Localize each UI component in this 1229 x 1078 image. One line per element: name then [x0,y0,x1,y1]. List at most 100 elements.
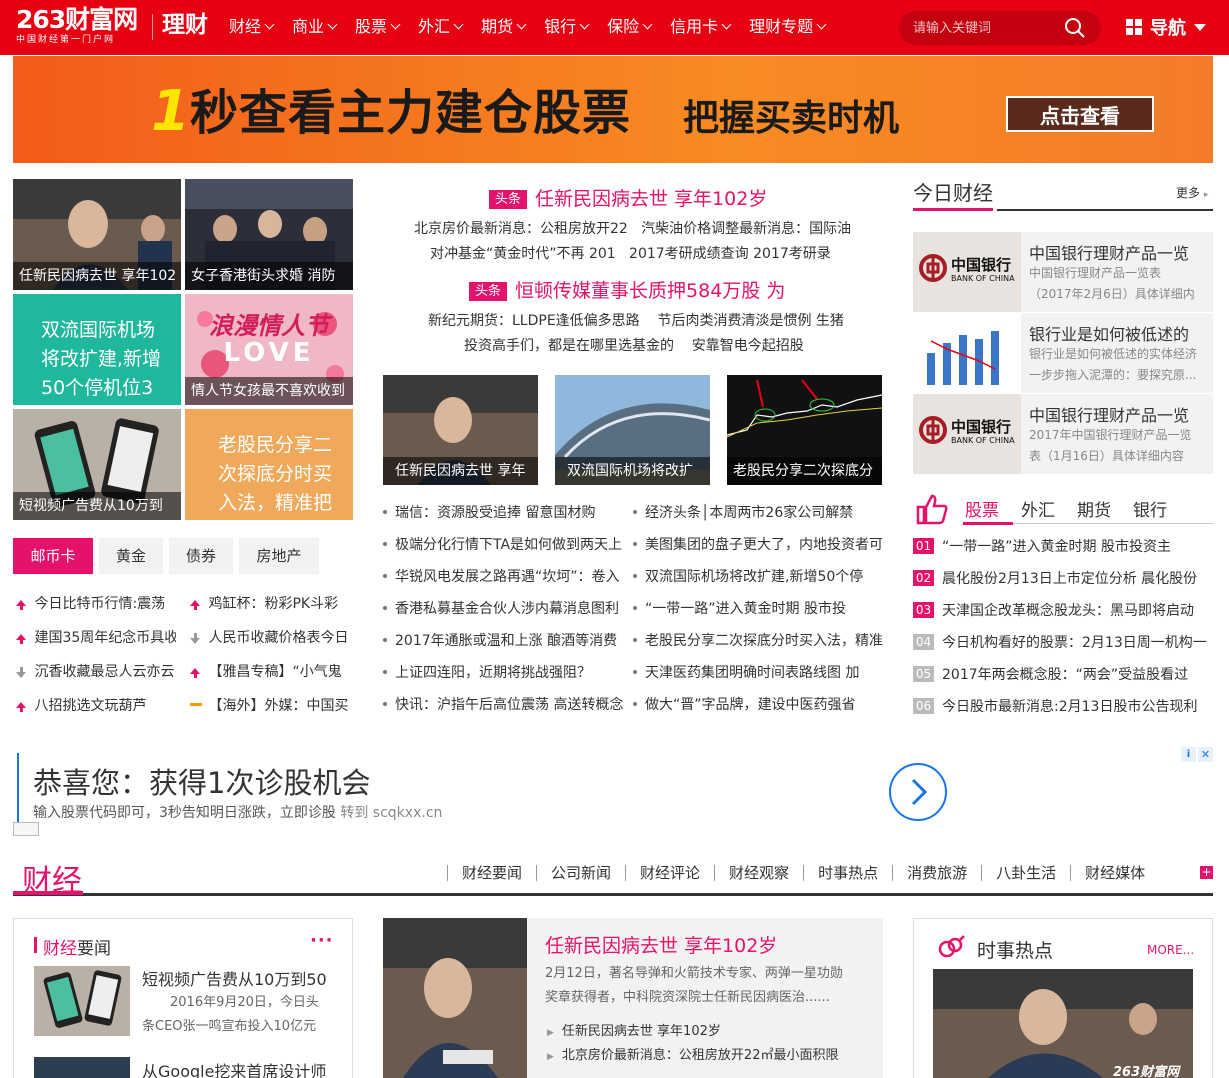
news-item-title[interactable]: 短视频广告费从10万到50 [142,966,327,990]
photo-tile[interactable]: 女子香港街头求婚 消防 [185,179,353,290]
feature-link[interactable]: ▶ 北京房价最新消息：公租房放开22㎡最小面积限 [547,1044,838,1069]
ad-title[interactable]: 恭喜您：获得1次诊股机会 [33,760,370,802]
ad-subtitle[interactable]: 输入股票代码即可，3秒告知明日涨跌，立即诊股 转到 scqkxx.cn [33,802,442,822]
tab-gupiao[interactable]: 股票 [965,496,1021,521]
tab-zhaiquan[interactable]: 债券 [169,538,233,574]
section-nav-item[interactable]: 财经观察 [714,865,803,881]
section-nav-item[interactable]: 财经评论 [625,865,714,881]
ad-choices[interactable]: i ✕ [1181,747,1213,762]
text-tile[interactable]: 双流国际机场将改扩建,新增50个停机位3 [13,294,181,405]
guide-menu-button[interactable]: 导航 [1126,14,1206,40]
headline-1[interactable]: 头条 任新民因病去世 享年102岁 [489,186,767,212]
hot-photo[interactable]: 263财富网 [933,969,1193,1078]
banner-view-button[interactable]: 点击查看 [1006,96,1154,132]
photo-tile[interactable]: 老股民分享二次探底分 [727,375,882,485]
sub-link[interactable]: 新纪元期货：LLDPE逢低偏多思路 [428,313,640,329]
sub-link[interactable]: 安靠智电今起招股 [692,338,804,354]
list-item[interactable]: 06 今日股市最新消息:2月13日股市公告现利 [913,691,1213,723]
list-item[interactable]: 双流国际机场将改扩建,新增50个停 [633,561,883,593]
nav-item-licaizhuanti[interactable]: 理财专题 [749,14,827,40]
list-item[interactable]: 今日比特币行情:震荡 [16,594,176,614]
list-item[interactable]: 建国35周年纪念币具收 [16,628,176,648]
feature-link[interactable]: ▶ 任新民因病去世 享年102岁 [547,1020,721,1045]
more-link[interactable]: MORE... [1147,943,1194,957]
list-item[interactable]: 04 今日机构看好的股票：2月13日周一机构一 [913,627,1213,659]
site-logo[interactable]: 263财富网 中国财经第一门户网 [16,6,148,52]
ad-banner[interactable]: 1 秒查看主力建仓股票 把握买卖时机 点击查看 [13,56,1213,163]
news-card[interactable]: 中国银行 BANK OF CHINA 中国银行理财产品一览 2017年中国银行理… [913,394,1213,474]
list-item[interactable]: 上证四连阳，近期将挑战强阻？ [383,657,623,689]
sub-link[interactable]: 对冲基金“黄金时代”不再 201 [430,246,616,262]
nav-item-shangye[interactable]: 商业 [292,14,338,40]
news-item-title[interactable]: 从Google挖来首席设计师 [142,1058,326,1078]
list-item[interactable]: 八招挑选文玩葫芦 [16,696,176,716]
phones-thumbnail[interactable] [34,966,130,1036]
list-item[interactable]: 02 晨化股份2月13日上市定位分析 晨化股份 [913,563,1213,595]
list-item[interactable]: 人民币收藏价格表今日 [190,628,350,648]
photo-tile[interactable]: 双流国际机场将改扩 [555,375,710,485]
nav-item-xinyongka[interactable]: 信用卡 [670,14,732,40]
close-icon[interactable]: ✕ [1198,747,1213,762]
sub-link[interactable]: 汽柴油价格调整最新消息：国际油 [641,221,851,237]
search-icon[interactable] [1064,17,1086,39]
nav-item-baoxian[interactable]: 保险 [607,14,653,40]
list-item[interactable]: 鸡缸杯：粉彩PK斗彩 [190,594,350,614]
sub-link[interactable]: 投资高手们，都是在哪里选基金的 [464,338,674,354]
list-item[interactable]: 快讯：沪指午后高位震荡 高送转概念 [383,689,623,721]
section-nav-item[interactable]: 时事热点 [803,865,892,881]
photo-tile[interactable]: 任新民因病去世 享年 [383,375,538,485]
photo-tile[interactable]: 任新民因病去世 享年102 [13,179,181,290]
section-nav-item[interactable]: 消费旅游 [892,865,981,881]
section-nav-item[interactable]: 财经媒体 [1070,865,1159,881]
ad-go-button[interactable] [889,763,947,821]
more-dots-icon[interactable]: ··· [310,930,334,951]
sub-link[interactable]: 2017考研成绩查询 2017考研录 [629,246,831,262]
text-tile[interactable]: 老股民分享二次探底分时买入法，精准把 [185,409,353,520]
tab-youbika[interactable]: 邮币卡 [13,538,93,574]
tab-fangdichan[interactable]: 房地产 [239,538,319,574]
photo-tile[interactable]: 短视频广告费从10万到 [13,409,181,520]
nav-item-gupiao[interactable]: 股票 [355,14,401,40]
tab-qihuo[interactable]: 期货 [1077,496,1133,521]
list-item[interactable]: 美图集团的盘子更大了，内地投资者可 [633,529,883,561]
search-input[interactable] [913,18,1063,38]
list-item[interactable]: 05 2017年两会概念股：“两会”受益股看过 [913,659,1213,691]
nav-item-yinhang[interactable]: 银行 [544,14,590,40]
list-item[interactable]: 做大“晋”字品牌，建设中医药强省 [633,689,883,721]
list-item[interactable]: 2017年通胀或温和上涨 酿酒等消费 [383,625,623,657]
list-item[interactable]: 【海外】外媒：中国买 [190,696,350,716]
list-item[interactable]: 沉香收藏最忌人云亦云 [16,662,176,682]
list-item[interactable]: 【雅昌专稿】“小气鬼 [190,662,350,682]
section-nav-item[interactable]: 公司新闻 [536,865,625,881]
sub-link[interactable]: 节后肉类消费清淡是惯例 生猪 [657,313,843,329]
list-item[interactable]: 经济头条│本周两市26家公司解禁 [633,497,883,529]
tab-yinhang[interactable]: 银行 [1133,496,1189,521]
nav-item-caijing[interactable]: 财经 [229,14,275,40]
section-nav-item[interactable]: 财经要闻 [447,865,536,881]
list-item[interactable]: 极端分化行情下TA是如何做到两天上 [383,529,623,561]
nav-item-qihuo[interactable]: 期货 [481,14,527,40]
more-link[interactable]: 更多 ▸ [1176,184,1208,201]
list-item[interactable]: 01 “一带一路”进入黄金时期 股市投资主 [913,531,1213,563]
feature-title[interactable]: 任新民因病去世 享年102岁 [545,931,777,958]
plus-icon[interactable]: + [1200,866,1213,879]
news-card[interactable]: 中国银行 BANK OF CHINA 中国银行理财产品一览 中国银行理财产品一览… [913,232,1213,312]
news-card[interactable]: 银行业是如何被低述的 银行业是如何被低述的实体经济 一步步拖入泥潭的：要探究原.… [913,313,1213,393]
news-thumbnail[interactable] [34,1057,130,1078]
nav-item-waihui[interactable]: 外汇 [418,14,464,40]
tab-huangjin[interactable]: 黄金 [99,538,163,574]
list-item[interactable]: “一带一路”进入黄金时期 股市投 [633,593,883,625]
list-item[interactable]: 华锐风电发展之路再遇“坎坷”：卷入 [383,561,623,593]
list-item[interactable]: 瑞信：资源股受追捧 留意国材购 [383,497,623,529]
list-item[interactable]: 03 天津国企改革概念股龙头：黑马即将启动 [913,595,1213,627]
section-nav-item[interactable]: 八卦生活 [981,865,1070,881]
photo-tile[interactable]: 浪漫情人节 LOVE 情人节女孩最不喜欢收到 [185,294,353,405]
feature-photo[interactable] [383,918,527,1078]
sub-link[interactable]: 北京房价最新消息：公租房放开22 [414,221,628,237]
list-item[interactable]: 天津医药集团明确时间表路线图 加 [633,657,883,689]
list-item[interactable]: 香港私募基金合伙人涉内幕消息图利 [383,593,623,625]
headline-2[interactable]: 头条 恒顿传媒董事长质押584万股 为 [469,278,785,304]
tab-waihui[interactable]: 外汇 [1021,496,1077,521]
channel-title[interactable]: 理财 [162,10,208,40]
list-item[interactable]: 老股民分享二次探底分时买入法，精准 [633,625,883,657]
